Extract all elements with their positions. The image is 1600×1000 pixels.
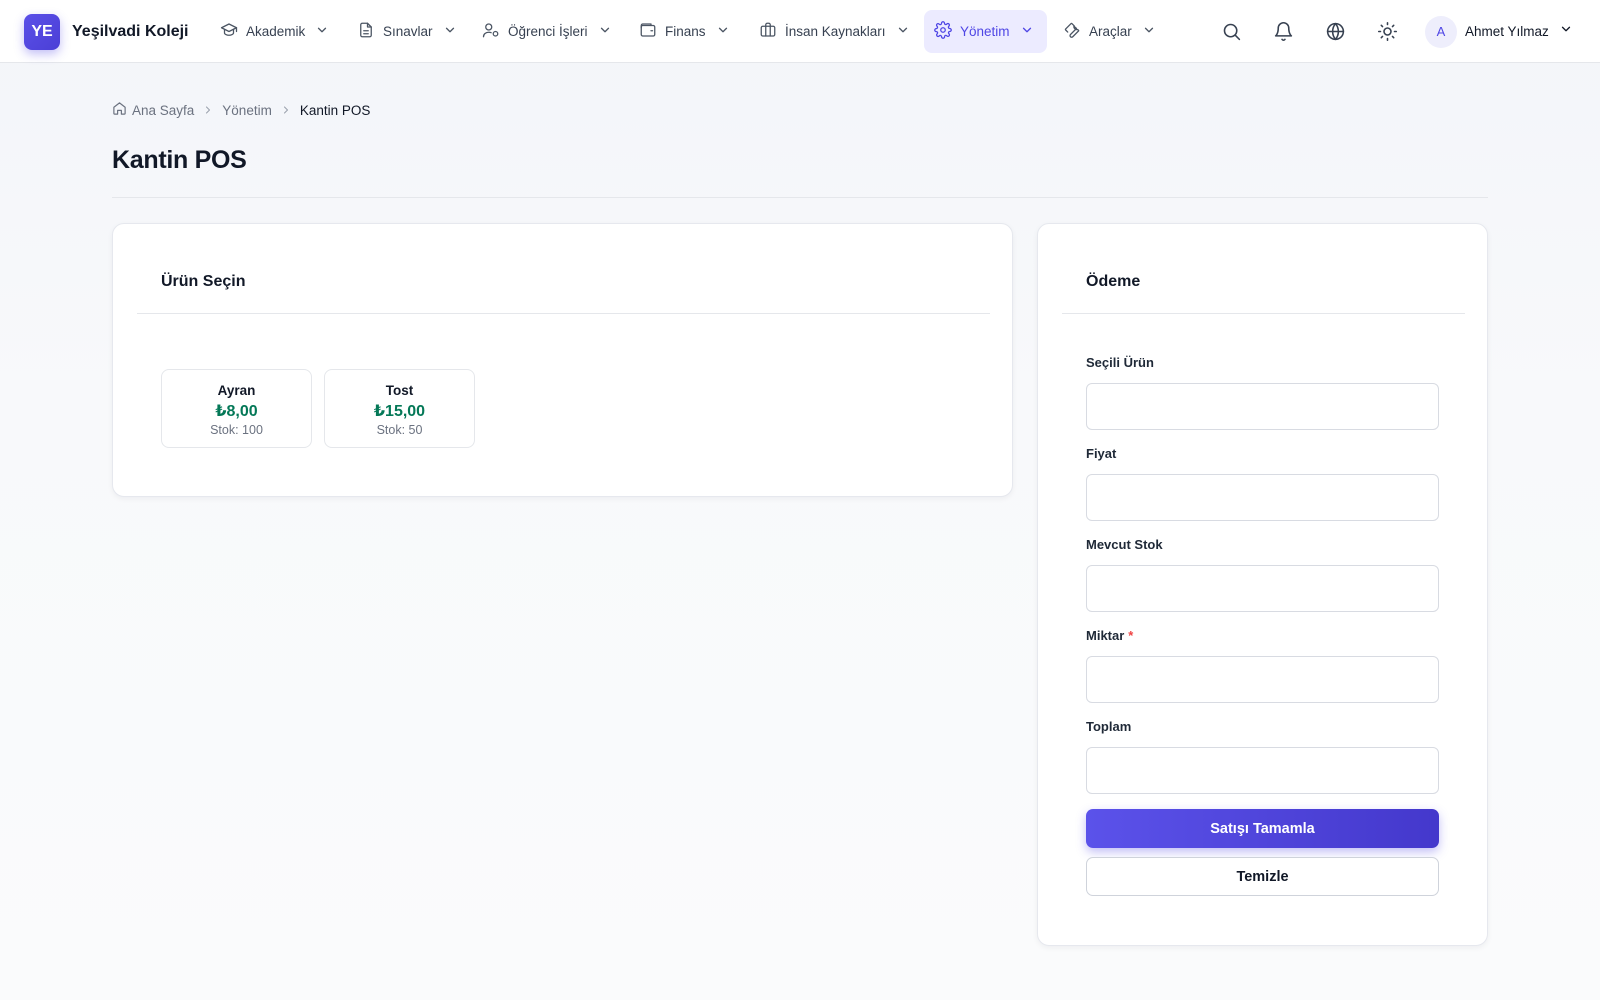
chevron-down-icon xyxy=(896,23,910,40)
user-cog-icon xyxy=(482,21,500,42)
chevron-down-icon xyxy=(1559,22,1573,41)
nav-item-label: Araçlar xyxy=(1089,24,1132,39)
nav-item-araclar[interactable]: Araçlar xyxy=(1053,10,1168,53)
nav-item-akademik[interactable]: Akademik xyxy=(210,10,341,53)
product-stock: Stok: 50 xyxy=(376,423,423,437)
product-selection-card: Ürün Seçin Ayran ₺8,00 Stok: 100 Tost ₺1… xyxy=(112,223,1013,497)
nav-item-label: Sınavlar xyxy=(383,24,433,39)
brand-name: Yeşilvadi Koleji xyxy=(72,23,189,40)
nav-item-label: İnsan Kaynakları xyxy=(785,24,886,39)
quantity-label-wrapper: Miktar * xyxy=(1086,628,1133,643)
document-icon xyxy=(357,21,375,42)
breadcrumb-home-label: Ana Sayfa xyxy=(132,102,195,118)
brand-logo: YE xyxy=(24,14,60,50)
graduation-cap-icon xyxy=(220,21,238,42)
product-card-ayran[interactable]: Ayran ₺8,00 Stok: 100 xyxy=(161,369,312,448)
nav-item-finans[interactable]: Finans xyxy=(629,10,742,53)
chevron-down-icon xyxy=(1142,23,1156,40)
user-name: Ahmet Yılmaz xyxy=(1465,24,1549,39)
wrench-icon xyxy=(1063,21,1081,42)
quantity-field[interactable] xyxy=(1086,656,1439,703)
briefcase-icon xyxy=(759,21,777,42)
product-price: ₺8,00 xyxy=(215,403,258,420)
avatar: A xyxy=(1425,15,1457,48)
product-stock: Stok: 100 xyxy=(210,423,263,437)
gear-icon xyxy=(934,21,952,42)
breadcrumb-current: Kantin POS xyxy=(299,102,371,118)
nav-item-label: Yönetim xyxy=(960,24,1010,39)
price-field[interactable] xyxy=(1086,474,1439,521)
complete-sale-button[interactable]: Satışı Tamamla xyxy=(1086,809,1439,848)
nav-item-ogrenci-isleri[interactable]: Öğrenci İşleri xyxy=(472,10,624,53)
quantity-label: Miktar xyxy=(1086,628,1125,643)
breadcrumb-home[interactable]: Ana Sayfa xyxy=(112,101,194,119)
chevron-down-icon xyxy=(716,23,730,40)
top-navbar: YE Yeşilvadi Koleji Akademik Sınavlar Öğ… xyxy=(0,0,1600,63)
user-menu[interactable]: A Ahmet Yılmaz xyxy=(1425,15,1573,48)
selected-product-label: Seçili Ürün xyxy=(1086,355,1154,370)
divider xyxy=(112,197,1488,198)
product-name: Tost xyxy=(385,383,414,398)
nav-item-sinavlar[interactable]: Sınavlar xyxy=(347,10,469,53)
nav-item-label: Finans xyxy=(665,24,706,39)
product-name: Ayran xyxy=(217,383,256,398)
nav-item-label: Akademik xyxy=(246,24,306,39)
required-marker: * xyxy=(1128,628,1134,643)
total-field[interactable] xyxy=(1086,747,1439,794)
sun-icon[interactable] xyxy=(1373,17,1401,45)
divider xyxy=(137,313,990,314)
page-title: Kantin POS xyxy=(112,146,247,174)
chevron-down-icon xyxy=(598,23,612,40)
chevron-down-icon xyxy=(443,23,457,40)
price-label: Fiyat xyxy=(1086,446,1117,461)
chevron-down-icon xyxy=(315,23,329,40)
product-card-tost[interactable]: Tost ₺15,00 Stok: 50 xyxy=(324,369,475,448)
search-icon[interactable] xyxy=(1217,17,1245,45)
chevron-down-icon xyxy=(1020,23,1034,40)
breadcrumb-yonetim[interactable]: Yönetim xyxy=(222,103,272,118)
total-label: Toplam xyxy=(1086,719,1132,734)
wallet-icon xyxy=(639,21,657,42)
bell-icon[interactable] xyxy=(1269,17,1297,45)
brand[interactable]: YE Yeşilvadi Koleji xyxy=(24,14,189,50)
divider xyxy=(1062,313,1465,314)
product-price: ₺15,00 xyxy=(373,403,426,420)
breadcrumb: Ana Sayfa Yönetim Kantin POS xyxy=(112,101,370,119)
selected-product-field[interactable] xyxy=(1086,383,1439,430)
card-title: Ürün Seçin xyxy=(161,273,246,290)
globe-icon[interactable] xyxy=(1321,17,1349,45)
stock-label: Mevcut Stok xyxy=(1086,537,1163,552)
chevron-right-icon xyxy=(202,104,214,116)
payment-card: Ödeme Seçili Ürün Fiyat Mevcut Stok Mikt… xyxy=(1037,223,1488,946)
nav-item-label: Öğrenci İşleri xyxy=(508,24,588,39)
clear-button[interactable]: Temizle xyxy=(1086,857,1439,896)
chevron-right-icon xyxy=(280,104,292,116)
home-icon xyxy=(112,101,127,119)
stock-field[interactable] xyxy=(1086,565,1439,612)
nav-item-yonetim[interactable]: Yönetim xyxy=(924,10,1047,53)
nav-item-insan-kaynaklari[interactable]: İnsan Kaynakları xyxy=(749,10,922,53)
card-title: Ödeme xyxy=(1086,273,1141,290)
